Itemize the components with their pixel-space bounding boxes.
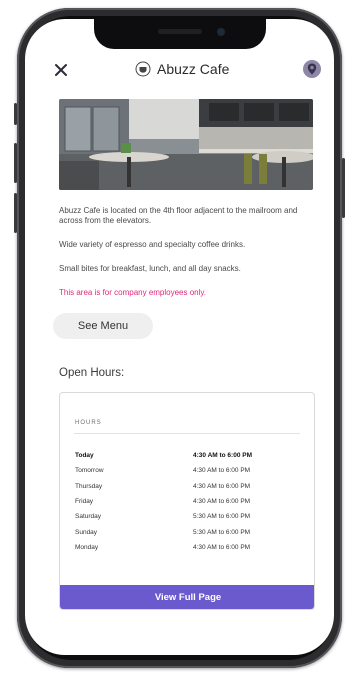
day-label: Monday: [75, 543, 99, 551]
page-title: Abuzz Cafe: [157, 61, 230, 77]
hours-row-thursday: Thursday 4:30 AM to 6:00 PM: [75, 479, 275, 494]
header-title-group: Abuzz Cafe: [135, 61, 229, 77]
day-label: Tomorrow: [75, 467, 104, 475]
day-label: Thursday: [75, 482, 103, 490]
access-notice: This area is for company employees only.: [59, 288, 207, 297]
location-pin-icon: [307, 63, 317, 75]
hours-row-friday: Friday 4:30 AM to 6:00 PM: [75, 494, 275, 509]
hours-divider: [74, 433, 300, 434]
location-button[interactable]: [303, 60, 321, 78]
app-screen: Abuzz Cafe Abuzz Cafe is located on the …: [25, 19, 334, 655]
volume-up-button: [14, 143, 17, 183]
speaker-grill: [158, 29, 202, 34]
hours-card: HOURS Today 4:30 AM to 6:00 PM Tomorrow …: [59, 392, 315, 610]
coffee-cup-icon: [135, 61, 151, 77]
hours-row-sunday: Sunday 5:30 AM to 6:00 PM: [75, 524, 275, 539]
cafe-interior-image: [59, 99, 313, 190]
view-full-page-button[interactable]: View Full Page: [60, 585, 314, 609]
time-range: 4:30 AM to 6:00 PM: [193, 543, 251, 551]
close-icon[interactable]: [53, 62, 69, 78]
drinks-description: Wide variety of espresso and specialty c…: [59, 240, 246, 249]
day-label: Sunday: [75, 528, 98, 536]
hours-label: HOURS: [75, 420, 102, 426]
time-range: 4:30 AM to 6:00 PM: [193, 467, 251, 475]
time-range: 4:30 AM to 6:00 PM: [193, 452, 252, 460]
time-range: 4:30 AM to 6:00 PM: [193, 498, 251, 506]
day-label: Saturday: [75, 513, 102, 521]
day-label: Friday: [75, 498, 94, 506]
notch: [94, 19, 266, 49]
time-range: 4:30 AM to 6:00 PM: [193, 482, 251, 490]
time-range: 5:30 AM to 6:00 PM: [193, 528, 251, 536]
volume-down-button: [14, 193, 17, 233]
hours-row-monday: Monday 4:30 AM to 6:00 PM: [75, 540, 275, 555]
hours-row-today: Today 4:30 AM to 6:00 PM: [75, 448, 275, 463]
home-indicator: [129, 639, 229, 643]
hours-list: Today 4:30 AM to 6:00 PM Tomorrow 4:30 A…: [75, 448, 275, 555]
location-description: Abuzz Cafe is located on the 4th floor a…: [59, 206, 298, 225]
time-range: 5:30 AM to 6:00 PM: [193, 513, 251, 521]
hours-row-saturday: Saturday 5:30 AM to 6:00 PM: [75, 509, 275, 524]
day-label: Today: [75, 452, 94, 460]
open-hours-heading: Open Hours:: [59, 367, 125, 379]
food-description: Small bites for breakfast, lunch, and al…: [59, 264, 241, 273]
header-bar: Abuzz Cafe: [25, 57, 334, 85]
see-menu-button[interactable]: See Menu: [53, 313, 153, 339]
power-button: [342, 158, 345, 218]
hours-row-tomorrow: Tomorrow 4:30 AM to 6:00 PM: [75, 463, 275, 478]
mute-switch: [14, 103, 17, 125]
front-camera: [217, 28, 225, 36]
cafe-photo: [59, 99, 313, 190]
